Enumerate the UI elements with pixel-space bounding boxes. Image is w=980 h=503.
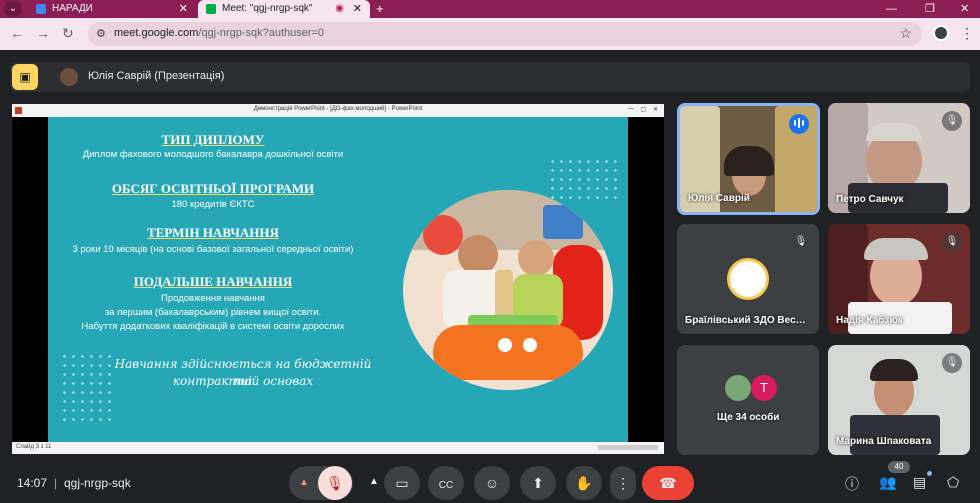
zoom-slider xyxy=(598,445,658,450)
slide-text: 180 кредитів ЄКТС xyxy=(171,199,255,210)
new-tab-icon[interactable]: + xyxy=(376,0,384,18)
slide-canvas: ТИП ДИПЛОМУ Диплом фахового молодшого ба… xyxy=(48,117,628,442)
present-icon: ⬆ xyxy=(532,475,544,491)
muted-icon: 🎙 xyxy=(942,111,962,131)
muted-icon: 🎙 xyxy=(791,232,811,252)
chat-icon[interactable]: ▤ xyxy=(913,474,926,491)
ppt-close-icon: ✕ xyxy=(652,107,658,113)
slide-counter: Слайд 3 з 11 xyxy=(16,444,52,450)
recording-indicator-icon: ◉ xyxy=(335,3,344,14)
slide-script-text: контрактній основах xyxy=(172,374,314,388)
ppt-restore-icon: ▢ xyxy=(640,107,646,113)
emoji-button[interactable]: ☺ xyxy=(474,466,510,500)
camera-icon: ▭ xyxy=(395,475,409,491)
participant-avatar-logo xyxy=(727,258,769,300)
separator: | xyxy=(54,476,58,490)
leave-call-button[interactable]: ☎ xyxy=(642,466,694,500)
meet-favicon-icon xyxy=(206,4,216,14)
participant-name: Надія Кабзюк xyxy=(836,315,903,326)
meeting-info-icon[interactable]: ⓘ xyxy=(845,474,859,494)
close-tab-icon[interactable]: ✕ xyxy=(179,0,188,18)
participant-name: Браїлівський ЗДО Вес… xyxy=(685,315,806,326)
participant-tile-brailiv[interactable]: 🎙 Браїлівський ЗДО Вес… xyxy=(677,224,819,334)
presentation-bar: ▣ Юлія Саврій (Презентація) xyxy=(10,62,970,92)
slide-heading: ПОДАЛЬШЕ НАВЧАННЯ xyxy=(133,274,293,289)
participant-tile-maryna[interactable]: 🎙 Марина Шпаковата xyxy=(828,345,970,455)
powerpoint-statusbar: Слайд 3 з 11 xyxy=(12,442,664,454)
stop-presenting-icon[interactable]: ▣ xyxy=(12,64,38,90)
tab-title: Meet: "qgj-nrgp-sqk" xyxy=(222,3,313,14)
slide-text: Набуття додаткових кваліфікацій в систем… xyxy=(81,321,345,332)
participant-name: Петро Савчук xyxy=(836,194,904,205)
participant-name: Юлія Саврій xyxy=(688,193,750,204)
site-info-icon[interactable]: ⚙ xyxy=(96,27,106,40)
activities-icon[interactable]: ⬠ xyxy=(947,474,959,491)
powerpoint-titlebar: Демонстрація PowerPoint - [ДО-фах.молодш… xyxy=(12,104,664,117)
mic-muted-button[interactable]: 🎙 xyxy=(318,466,352,500)
slide-heading: ТИП ДИПЛОМУ xyxy=(161,132,265,147)
meeting-code: qgj-nrgp-sqk xyxy=(64,476,131,490)
close-tab-icon[interactable]: ✕ xyxy=(353,0,362,18)
address-bar[interactable]: ⚙ meet.google.com/qgj-nrgp-sqk?authuser=… xyxy=(88,22,922,46)
back-icon[interactable]: ← xyxy=(10,25,24,41)
browser-tab-naradi[interactable]: НАРАДИ ✕ xyxy=(28,0,196,18)
restore-icon[interactable]: ❐ xyxy=(925,0,935,18)
tab-search-icon[interactable]: ⌄ xyxy=(4,1,22,17)
raise-hand-button[interactable]: ✋ xyxy=(566,466,602,500)
chat-notification-dot xyxy=(927,471,932,476)
captions-icon: CC xyxy=(438,480,454,491)
browser-toolbar: ← → ↻ ⚙ meet.google.com/qgj-nrgp-sqk?aut… xyxy=(0,18,980,50)
minimize-icon[interactable]: — xyxy=(886,0,897,18)
other-participant-avatar xyxy=(725,375,751,401)
slide-text: за першим (бакалаврським) рівнем вищої о… xyxy=(104,307,322,318)
mic-options-chevron-icon[interactable]: ▲ xyxy=(299,466,309,500)
end-call-icon: ☎ xyxy=(659,475,677,491)
present-button[interactable]: ⬆ xyxy=(520,466,556,500)
close-window-icon[interactable]: ✕ xyxy=(960,0,969,18)
forward-icon[interactable]: → xyxy=(36,25,50,41)
more-vert-icon: ⋮ xyxy=(616,475,630,491)
participant-name: Марина Шпаковата xyxy=(836,436,932,447)
meeting-clock: 14:07 xyxy=(17,476,48,490)
presenter-avatar xyxy=(60,68,78,86)
hand-icon: ✋ xyxy=(575,475,593,491)
speaking-indicator-icon xyxy=(789,114,809,134)
powerpoint-window-title: Демонстрація PowerPoint - [ДО-фах.молодш… xyxy=(253,106,423,112)
slide-text: Продовження навчання xyxy=(161,293,265,304)
participant-tile-yulia[interactable]: Юлія Саврій xyxy=(677,103,820,215)
slide-text: Диплом фахового молодшого бакалавра дошк… xyxy=(82,149,344,160)
slide-heading: ТЕРМІН НАВЧАННЯ xyxy=(147,225,279,240)
slide-text: 3 роки 10 місяців (на основі базової заг… xyxy=(72,244,354,255)
camera-options-chevron-icon[interactable]: ▲ xyxy=(369,476,379,487)
browser-tab-meet[interactable]: Meet: "qgj-nrgp-sqk" ◉ ✕ xyxy=(198,0,370,18)
decorative-dots xyxy=(60,352,114,422)
bookmark-star-icon[interactable]: ☆ xyxy=(899,25,912,42)
captions-button[interactable]: CC xyxy=(428,466,464,500)
more-options-button[interactable]: ⋮ xyxy=(610,466,636,500)
participant-name: Ще 34 особи xyxy=(717,412,780,423)
slide-heading: ОБСЯГ ОСВІТНЬОЇ ПРОГРАМИ xyxy=(111,181,315,196)
participant-tile-others[interactable]: T Ще 34 особи xyxy=(677,345,819,455)
muted-icon: 🎙 xyxy=(942,353,962,373)
participant-count-badge: 40 xyxy=(888,461,910,473)
presenter-label: Юлія Саврій (Презентація) xyxy=(88,70,225,82)
ppt-minimize-icon: — xyxy=(628,106,634,112)
shared-screen: Демонстрація PowerPoint - [ДО-фах.молодш… xyxy=(12,104,664,454)
browser-menu-icon[interactable]: ⋮ xyxy=(960,25,974,42)
profile-avatar[interactable] xyxy=(933,25,949,41)
slide-photo-children xyxy=(403,190,613,390)
muted-icon: 🎙 xyxy=(942,232,962,252)
tab-title: НАРАДИ xyxy=(52,3,93,14)
tab-favicon-icon xyxy=(36,4,46,14)
other-participant-avatar: T xyxy=(751,375,777,401)
reload-icon[interactable]: ↻ xyxy=(62,25,74,42)
camera-button[interactable]: ▭ xyxy=(384,466,420,500)
emoji-icon: ☺ xyxy=(484,475,500,491)
browser-tab-strip: ⌄ НАРАДИ ✕ Meet: "qgj-nrgp-sqk" ◉ ✕ + — … xyxy=(0,0,980,18)
url-text: meet.google.com/qgj-nrgp-sqk?authuser=0 xyxy=(114,27,325,39)
participant-tile-nadiya[interactable]: 🎙 Надія Кабзюк xyxy=(828,224,970,334)
participant-tile-petro[interactable]: 🎙 Петро Савчук xyxy=(828,103,970,213)
mic-off-icon: 🎙 xyxy=(326,475,344,491)
people-icon[interactable]: 👥 xyxy=(879,474,896,491)
